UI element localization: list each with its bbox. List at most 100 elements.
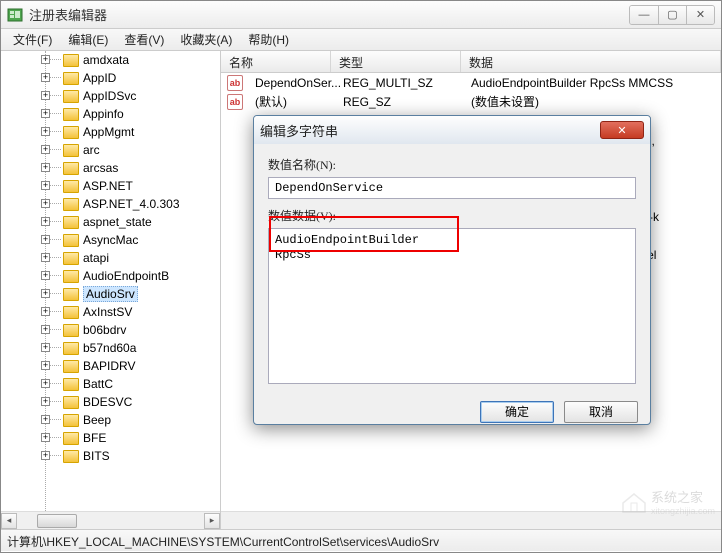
expand-icon[interactable]: + bbox=[41, 415, 50, 424]
list-row[interactable]: ab(默认)REG_SZ(数值未设置) bbox=[221, 92, 721, 111]
expand-icon[interactable]: + bbox=[41, 73, 50, 82]
dialog-edit-multistring: 编辑多字符串 ✕ 数值名称(N): DependOnService 数值数据(V… bbox=[253, 115, 651, 425]
tree-item-appinfo[interactable]: +Appinfo bbox=[1, 105, 220, 123]
expand-icon[interactable]: + bbox=[41, 451, 50, 460]
folder-icon bbox=[63, 342, 79, 355]
menu-edit[interactable]: 编辑(E) bbox=[60, 29, 116, 50]
scroll-left-icon[interactable]: ◂ bbox=[1, 513, 17, 529]
value-name-field[interactable]: DependOnService bbox=[268, 177, 636, 199]
tree-item-aspnet_state[interactable]: +aspnet_state bbox=[1, 213, 220, 231]
tree-item-arc[interactable]: +arc bbox=[1, 141, 220, 159]
folder-icon bbox=[63, 306, 79, 319]
tree-item-label: ASP.NET bbox=[83, 179, 133, 193]
statusbar: 计算机\HKEY_LOCAL_MACHINE\SYSTEM\CurrentCon… bbox=[1, 529, 721, 551]
tree-item-atapi[interactable]: + atapi bbox=[1, 249, 220, 267]
tree-item-bapidrv[interactable]: + BAPIDRV bbox=[1, 357, 220, 375]
expand-icon[interactable]: + bbox=[41, 55, 50, 64]
col-type[interactable]: 类型 bbox=[331, 51, 461, 72]
tree-item-label: Beep bbox=[83, 413, 111, 427]
expand-icon[interactable]: + bbox=[41, 361, 50, 370]
tree-item-asp.net_4.0.303[interactable]: + ASP.NET_4.0.303 bbox=[1, 195, 220, 213]
string-icon: ab bbox=[227, 94, 243, 110]
expand-icon[interactable]: + bbox=[41, 127, 50, 136]
scroll-thumb[interactable] bbox=[37, 514, 77, 528]
tree-item-asyncmac[interactable]: +AsyncMac bbox=[1, 231, 220, 249]
minimize-button[interactable]: — bbox=[630, 6, 658, 24]
tree-item-label: BAPIDRV bbox=[83, 359, 135, 373]
expand-icon[interactable]: + bbox=[41, 145, 50, 154]
expand-icon[interactable]: + bbox=[41, 253, 50, 262]
tree-item-b57nd60a[interactable]: + b57nd60a bbox=[1, 339, 220, 357]
folder-icon bbox=[63, 216, 79, 229]
menu-file[interactable]: 文件(F) bbox=[5, 29, 60, 50]
cell-type: REG_SZ bbox=[335, 95, 463, 109]
value-data-textarea[interactable] bbox=[268, 228, 636, 384]
expand-icon[interactable]: + bbox=[41, 109, 50, 118]
expand-icon[interactable]: + bbox=[41, 397, 50, 406]
watermark: 系统之家 xitongzhijia.com bbox=[621, 487, 715, 516]
expand-icon[interactable]: + bbox=[41, 343, 50, 352]
tree-list[interactable]: +amdxata+AppID+AppIDSvc+Appinfo+AppMgmt+… bbox=[1, 51, 220, 511]
cell-name: DependOnSer... bbox=[247, 76, 335, 90]
expand-icon[interactable]: + bbox=[41, 433, 50, 442]
tree-item-label: AppID bbox=[83, 71, 116, 85]
tree-item-bfe[interactable]: +BFE bbox=[1, 429, 220, 447]
tree-item-appmgmt[interactable]: +AppMgmt bbox=[1, 123, 220, 141]
menu-help[interactable]: 帮助(H) bbox=[240, 29, 297, 50]
tree-item-b06bdrv[interactable]: + b06bdrv bbox=[1, 321, 220, 339]
expand-icon[interactable]: + bbox=[41, 217, 50, 226]
folder-icon bbox=[63, 198, 79, 211]
list-header: 名称 类型 数据 bbox=[221, 51, 721, 73]
expand-icon[interactable]: + bbox=[41, 91, 50, 100]
expand-icon[interactable]: + bbox=[41, 163, 50, 172]
folder-icon bbox=[63, 360, 79, 373]
tree-item-appidsvc[interactable]: +AppIDSvc bbox=[1, 87, 220, 105]
dialog-close-button[interactable]: ✕ bbox=[600, 121, 644, 139]
list-row[interactable]: abDependOnSer...REG_MULTI_SZAudioEndpoin… bbox=[221, 73, 721, 92]
tree-item-amdxata[interactable]: + amdxata bbox=[1, 51, 220, 69]
maximize-button[interactable]: ▢ bbox=[658, 6, 686, 24]
expand-icon[interactable]: + bbox=[41, 307, 50, 316]
expand-icon[interactable]: + bbox=[41, 289, 50, 298]
tree-item-label: AudioSrv bbox=[83, 286, 138, 302]
close-button[interactable]: ✕ bbox=[686, 6, 714, 24]
tree-item-audioendpointb[interactable]: +AudioEndpointB bbox=[1, 267, 220, 285]
scroll-right-icon[interactable]: ▸ bbox=[204, 513, 220, 529]
col-name[interactable]: 名称 bbox=[221, 51, 331, 72]
watermark-text: 系统之家 bbox=[651, 487, 715, 506]
tree-item-arcsas[interactable]: +arcsas bbox=[1, 159, 220, 177]
cell-name: (默认) bbox=[247, 93, 335, 110]
expand-icon[interactable]: + bbox=[41, 181, 50, 190]
folder-icon bbox=[63, 108, 79, 121]
tree-item-asp.net[interactable]: + ASP.NET bbox=[1, 177, 220, 195]
folder-icon bbox=[63, 54, 79, 67]
ok-button[interactable]: 确定 bbox=[480, 401, 554, 423]
folder-icon bbox=[63, 450, 79, 463]
tree-item-label: atapi bbox=[83, 251, 109, 265]
folder-icon bbox=[63, 144, 79, 157]
col-data[interactable]: 数据 bbox=[461, 51, 721, 72]
menu-favorites[interactable]: 收藏夹(A) bbox=[172, 29, 240, 50]
tree-item-label: b57nd60a bbox=[83, 341, 136, 355]
tree-item-appid[interactable]: + AppID bbox=[1, 69, 220, 87]
expand-icon[interactable]: + bbox=[41, 199, 50, 208]
tree-item-label: ASP.NET_4.0.303 bbox=[83, 197, 180, 211]
tree-item-bdesvc[interactable]: +BDESVC bbox=[1, 393, 220, 411]
expand-icon[interactable]: + bbox=[41, 235, 50, 244]
tree-item-label: BITS bbox=[83, 449, 110, 463]
expand-icon[interactable]: + bbox=[41, 271, 50, 280]
tree-item-beep[interactable]: + Beep bbox=[1, 411, 220, 429]
tree-item-audiosrv[interactable]: + AudioSrv bbox=[1, 285, 220, 303]
expand-icon[interactable]: + bbox=[41, 325, 50, 334]
tree-item-label: amdxata bbox=[83, 53, 129, 67]
expand-icon[interactable]: + bbox=[41, 379, 50, 388]
menu-view[interactable]: 查看(V) bbox=[116, 29, 172, 50]
tree-item-bits[interactable]: + BITS bbox=[1, 447, 220, 465]
tree-item-label: b06bdrv bbox=[83, 323, 126, 337]
tree-scrollbar[interactable]: ◂ ▸ bbox=[1, 511, 220, 529]
cell-data: (数值未设置) bbox=[463, 93, 721, 110]
folder-icon bbox=[63, 180, 79, 193]
tree-item-battc[interactable]: +BattC bbox=[1, 375, 220, 393]
tree-item-axinstsv[interactable]: +AxInstSV bbox=[1, 303, 220, 321]
cancel-button[interactable]: 取消 bbox=[564, 401, 638, 423]
